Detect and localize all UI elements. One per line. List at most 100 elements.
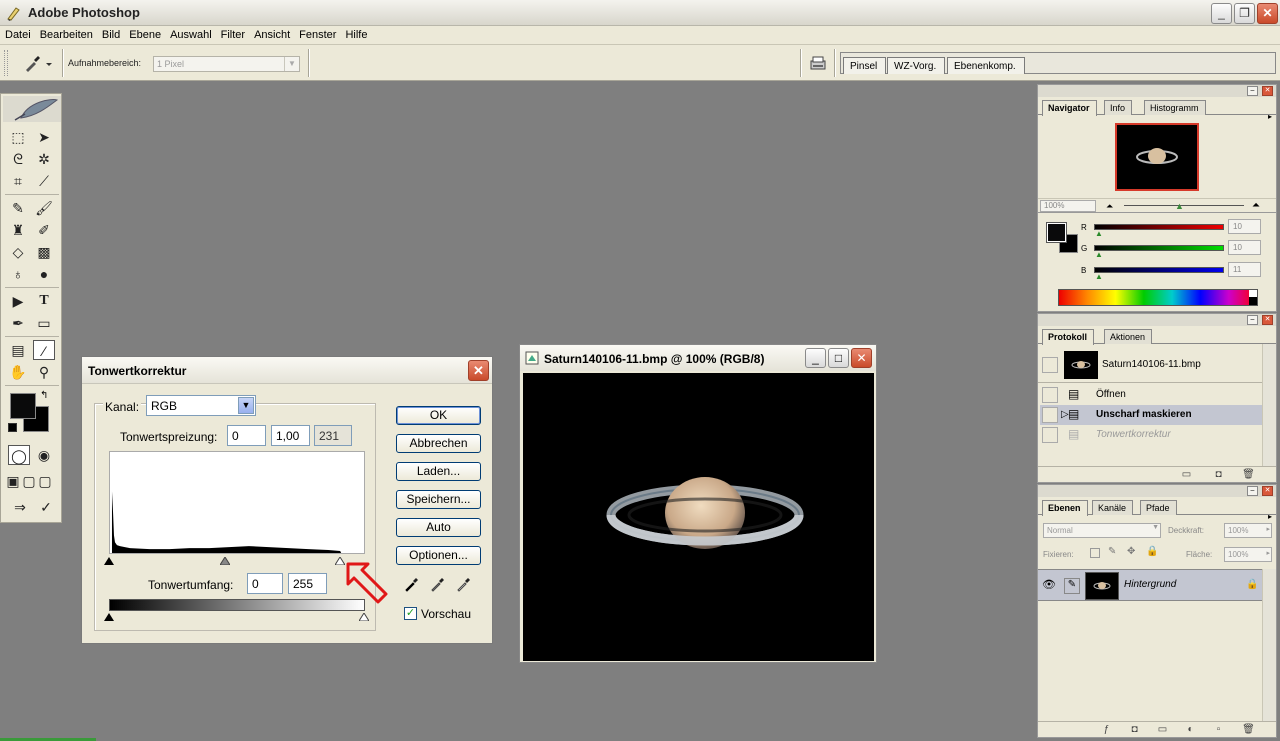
new-group-icon[interactable]: ▭ [1156, 724, 1169, 736]
white-swatch[interactable] [1249, 290, 1257, 297]
dialog-close-button[interactable]: ✕ [468, 360, 489, 381]
g-value-field[interactable]: 10 [1228, 240, 1261, 255]
layer-brush-icon[interactable]: ✎ [1064, 578, 1080, 594]
input-black-field[interactable]: 0 [227, 425, 266, 446]
zoom-out-icon[interactable]: ⏶ [1106, 201, 1113, 212]
delete-layer-icon[interactable]: 🗑 [1242, 724, 1255, 736]
output-black-slider[interactable] [104, 612, 114, 624]
options-bar-grip[interactable] [4, 50, 8, 76]
panel-minimize-icon[interactable]: – [1247, 315, 1258, 325]
input-gamma-slider[interactable] [219, 556, 231, 568]
color-spectrum-ramp[interactable] [1058, 289, 1258, 306]
menu-filter[interactable]: Filter [216, 26, 249, 41]
close-button[interactable]: ✕ [1257, 3, 1278, 24]
jump-to-imageready-icon[interactable]: ⇒ [7, 497, 33, 517]
menu-fenster[interactable]: Fenster [294, 26, 340, 41]
menu-bearbeiten[interactable]: Bearbeiten [35, 26, 97, 41]
path-selection-tool-icon[interactable]: ▶ [7, 291, 29, 311]
history-item-undone[interactable]: ▤ Tonwertkorrektur [1040, 425, 1262, 445]
file-browser-icon[interactable] [808, 53, 828, 73]
history-brush-source-icon[interactable] [1042, 387, 1058, 403]
panel-close-icon[interactable]: ✕ [1262, 86, 1273, 96]
dodge-tool-icon[interactable]: ● [33, 264, 55, 284]
eyedropper-tool-preset-icon[interactable] [20, 54, 58, 74]
rectangle-tool-icon[interactable]: ▭ [33, 313, 55, 333]
swap-colors-icon[interactable]: ↰ [40, 390, 48, 401]
r-value-field[interactable]: 10 [1228, 219, 1261, 234]
blur-tool-icon[interactable]: ♁ [7, 264, 29, 284]
notes-tool-icon[interactable]: ▤ [7, 340, 29, 360]
history-snapshot-row[interactable]: Saturn140106-11.bmp [1040, 350, 1262, 380]
panel-header[interactable]: – ✕ [1038, 85, 1276, 97]
history-brush-tool-icon[interactable]: ✐ [33, 220, 55, 240]
zoom-slider-thumb[interactable]: ▲ [1175, 201, 1184, 211]
color-foreground-swatch[interactable] [1046, 222, 1067, 243]
output-white-slider[interactable] [358, 612, 370, 624]
type-tool-icon[interactable]: T [33, 291, 55, 311]
panel-minimize-icon[interactable]: – [1247, 86, 1258, 96]
cancel-button[interactable]: Abbrechen [396, 434, 481, 453]
crop-tool-icon[interactable]: ⌗ [7, 171, 29, 191]
clone-stamp-tool-icon[interactable]: ♜ [7, 220, 29, 240]
layer-row[interactable]: 👁 ✎ Hintergrund 🔒 [1038, 569, 1262, 601]
eraser-tool-icon[interactable]: ◇ [7, 242, 29, 262]
history-item-active[interactable]: ▷ ▤ Unscharf maskieren [1040, 405, 1262, 425]
lock-position-icon[interactable]: ✥ [1127, 546, 1135, 557]
panel-menu-icon[interactable]: ▸ [1268, 112, 1272, 121]
minimize-button[interactable]: _ [1211, 3, 1232, 24]
tab-info[interactable]: Info [1104, 100, 1133, 115]
well-tab-pinsel[interactable]: Pinsel [843, 57, 887, 74]
screen-mode-full-menu-icon[interactable]: ▢ [21, 471, 37, 491]
magic-wand-tool-icon[interactable]: ✲ [33, 149, 55, 169]
black-eyedropper-icon[interactable] [404, 576, 420, 592]
adjustment-layer-icon[interactable]: ◐ [1184, 724, 1197, 736]
b-slider-thumb[interactable]: ▲ [1095, 272, 1103, 281]
move-tool-icon[interactable]: ➤ [33, 127, 55, 147]
b-value-field[interactable]: 11 [1228, 262, 1261, 277]
load-button[interactable]: Laden... [396, 462, 481, 481]
adobe-feather-logo[interactable] [3, 96, 61, 122]
new-document-from-state-icon[interactable]: ▭ [1180, 469, 1193, 481]
lasso-tool-icon[interactable]: ᘓ [7, 149, 29, 169]
imageready-icon[interactable]: ✓ [35, 497, 57, 517]
menu-ebene[interactable]: Ebene [124, 26, 165, 41]
zoom-tool-icon[interactable]: ⚲ [33, 362, 55, 382]
menu-auswahl[interactable]: Auswahl [165, 26, 216, 41]
default-colors-icon[interactable] [8, 423, 17, 432]
image-minimize-button[interactable]: _ [805, 348, 826, 368]
panel-header[interactable]: – ✕ [1038, 485, 1276, 497]
r-slider-thumb[interactable]: ▲ [1095, 229, 1103, 238]
b-slider[interactable] [1094, 267, 1224, 273]
options-button[interactable]: Optionen... [396, 546, 481, 565]
panel-close-icon[interactable]: ✕ [1262, 486, 1273, 496]
history-item[interactable]: ▤ Öffnen [1040, 385, 1262, 405]
layers-scrollbar[interactable] [1262, 569, 1276, 721]
sample-size-dropdown[interactable]: 1 Pixel ▼ [153, 56, 300, 72]
zoom-field[interactable]: 100% [1040, 200, 1096, 212]
eyedropper-tool-icon[interactable]: ⁄ [33, 340, 55, 360]
screen-mode-full-icon[interactable]: ▢ [37, 471, 53, 491]
image-window-title-bar[interactable]: Saturn140106-11.bmp @ 100% (RGB/8) _ □ ✕ [520, 345, 876, 371]
g-slider[interactable] [1094, 245, 1224, 251]
history-scrollbar[interactable] [1262, 344, 1276, 466]
brush-tool-icon[interactable]: 🖌 [33, 198, 55, 218]
input-black-slider[interactable] [104, 556, 114, 568]
layer-mask-icon[interactable]: ◘ [1128, 724, 1141, 736]
new-layer-icon[interactable]: ▫ [1212, 724, 1225, 736]
history-brush-source-icon[interactable] [1042, 407, 1058, 423]
delete-state-icon[interactable]: 🗑 [1242, 469, 1255, 481]
well-tab-wz-vorg[interactable]: WZ-Vorg. [887, 57, 946, 74]
new-snapshot-icon[interactable]: ◘ [1212, 469, 1225, 481]
save-button[interactable]: Speichern... [396, 490, 481, 509]
pen-tool-icon[interactable]: ✒ [7, 313, 29, 333]
menu-hilfe[interactable]: Hilfe [340, 26, 371, 41]
image-close-button[interactable]: ✕ [851, 348, 872, 368]
foreground-color-swatch[interactable] [10, 393, 36, 419]
input-gamma-field[interactable]: 1,00 [271, 425, 310, 446]
quick-mask-mode-icon[interactable]: ◉ [33, 445, 55, 465]
tab-pfade[interactable]: Pfade [1140, 500, 1177, 515]
marquee-tool-icon[interactable]: ⬚ [7, 127, 29, 147]
white-eyedropper-icon[interactable] [456, 576, 472, 592]
menu-ansicht[interactable]: Ansicht [249, 26, 294, 41]
tab-kanaele[interactable]: Kanäle [1092, 500, 1134, 515]
